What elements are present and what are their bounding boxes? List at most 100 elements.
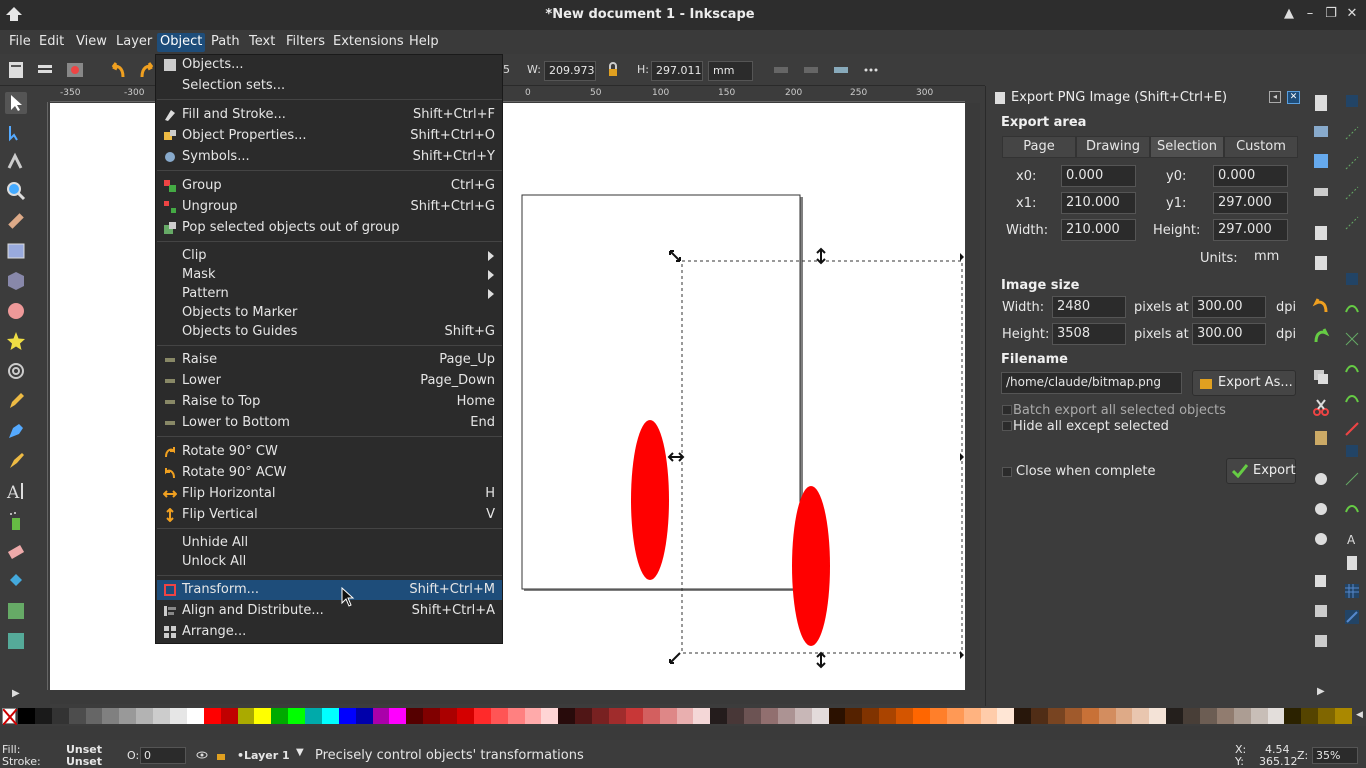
color-swatch[interactable] [659,708,677,724]
color-swatch[interactable] [879,708,897,724]
tab-page[interactable]: Page [1002,136,1076,158]
document-icon[interactable] [5,59,27,81]
color-swatch[interactable] [609,708,626,724]
export-as-button[interactable]: Export As... [1192,370,1296,396]
close-icon[interactable]: ✕ [1345,6,1359,22]
image-width-field[interactable]: 2480 [1052,296,1126,318]
snap-toggle-icon[interactable] [1343,92,1361,110]
menu-item-objects-to-guides[interactable]: Objects to Guides Shift+G [157,322,502,342]
snap-bbox-edge-icon[interactable] [1343,154,1361,172]
color-swatch[interactable] [203,708,221,724]
color-swatch[interactable] [1318,708,1336,724]
color-swatch[interactable] [271,708,289,724]
node-tool-icon[interactable] [5,122,27,144]
menu-item-group[interactable]: Group Ctrl+G [157,176,502,196]
color-swatch[interactable] [18,708,35,724]
red-ellipse-left[interactable] [631,420,669,580]
y1-field[interactable]: 297.000 [1213,192,1288,214]
color-swatch[interactable] [34,708,52,724]
color-swatch[interactable] [896,708,914,724]
dock-iconify-icon[interactable]: ◂ [1269,91,1281,103]
close-when-complete-checkbox[interactable] [1002,467,1012,477]
color-swatch[interactable] [1031,708,1049,724]
color-swatch[interactable] [1132,708,1150,724]
menu-filters[interactable]: Filters [283,33,328,52]
color-swatch[interactable] [524,708,542,724]
color-swatch[interactable] [68,708,86,724]
color-swatch[interactable] [744,708,762,724]
snap-intersections-icon[interactable] [1343,330,1361,348]
opacity-field[interactable]: 0 [140,747,186,764]
menu-item-lower[interactable]: Lower Page_Down [157,371,502,391]
eraser-tool-icon[interactable] [5,540,27,562]
color-swatch[interactable] [1166,708,1184,724]
color-swatch[interactable] [457,708,475,724]
color-swatch[interactable] [845,708,863,724]
color-swatch[interactable] [1267,708,1285,724]
color-swatch[interactable] [321,708,339,724]
palette-scrollbar[interactable] [0,726,1366,740]
paste-icon[interactable] [1312,428,1330,446]
snap-paths-icon[interactable] [1343,300,1361,318]
zoom-drawing-icon[interactable] [1312,500,1330,518]
menu-item-objects-to-marker[interactable]: Objects to Marker [157,303,502,323]
clone-icon[interactable] [1312,602,1330,620]
menu-item-symbols[interactable]: Symbols... Shift+Ctrl+Y [157,147,502,167]
color-swatch[interactable] [1048,708,1066,724]
color-swatch[interactable] [1183,708,1201,724]
color-swatch[interactable] [338,708,356,724]
menu-layer[interactable]: Layer [113,33,155,52]
color-swatch[interactable] [1250,708,1268,724]
color-swatch[interactable] [254,708,272,724]
color-swatch[interactable] [372,708,390,724]
batch-export-checkbox[interactable] [1002,405,1012,415]
menu-item-pattern[interactable]: Pattern [157,284,502,304]
color-swatch[interactable] [997,708,1015,724]
color-swatch[interactable] [727,708,745,724]
tab-custom[interactable]: Custom [1224,136,1298,158]
image-height-field[interactable]: 3508 [1052,323,1126,345]
snap-text-baseline-icon[interactable]: A [1343,530,1361,548]
color-swatch[interactable] [220,708,238,724]
color-swatch[interactable] [980,708,998,724]
color-swatch[interactable] [541,708,559,724]
cut-icon[interactable] [1312,398,1330,416]
menu-item-objects[interactable]: Objects... [157,55,502,75]
menu-text[interactable]: Text [246,33,278,52]
palette-menu-icon[interactable]: ◀ [1356,710,1363,720]
color-swatch[interactable] [102,708,120,724]
tab-selection[interactable]: Selection [1150,136,1224,158]
color-swatch[interactable] [777,708,795,724]
menu-item-object-properties[interactable]: Object Properties... Shift+Ctrl+O [157,126,502,146]
dock-close-icon[interactable]: ✕ [1287,91,1300,104]
color-swatch[interactable] [693,708,711,724]
commands-expand-icon[interactable]: ▶ [1317,686,1325,697]
snap-bbox-icon[interactable] [1343,124,1361,142]
color-swatch[interactable] [423,708,441,724]
color-swatch[interactable] [440,708,458,724]
color-swatch[interactable] [507,708,525,724]
rectangle-tool-icon[interactable] [5,240,27,262]
menu-item-ungroup[interactable]: Ungroup Shift+Ctrl+G [157,197,502,217]
snap-cusp-icon[interactable] [1343,360,1361,378]
menu-item-clip[interactable]: Clip [157,246,502,266]
export-button[interactable]: Export [1226,458,1296,484]
color-swatch[interactable] [490,708,508,724]
export-height-field[interactable]: 297.000 [1213,219,1288,241]
new-document-icon[interactable] [1312,94,1330,112]
y0-field[interactable]: 0.000 [1213,165,1288,187]
menu-item-raise[interactable]: Raise Page_Up [157,350,502,370]
menu-view[interactable]: View [73,33,110,52]
zoom-page-icon[interactable] [1312,530,1330,548]
color-swatch[interactable] [811,708,829,724]
color-swatch[interactable] [237,708,255,724]
color-swatch[interactable] [794,708,812,724]
width-field[interactable]: 209.973 [544,61,596,81]
color-swatch[interactable] [1014,708,1032,724]
menu-item-unhide-all[interactable]: Unhide All [157,533,502,553]
transform-corners-icon[interactable] [800,59,822,81]
eye-icon[interactable] [196,750,208,760]
menu-item-flip-vertical[interactable]: Flip Vertical V [157,505,502,525]
filename-field[interactable]: /home/claude/bitmap.png [1001,372,1182,394]
unit-select[interactable]: mm [708,61,753,81]
